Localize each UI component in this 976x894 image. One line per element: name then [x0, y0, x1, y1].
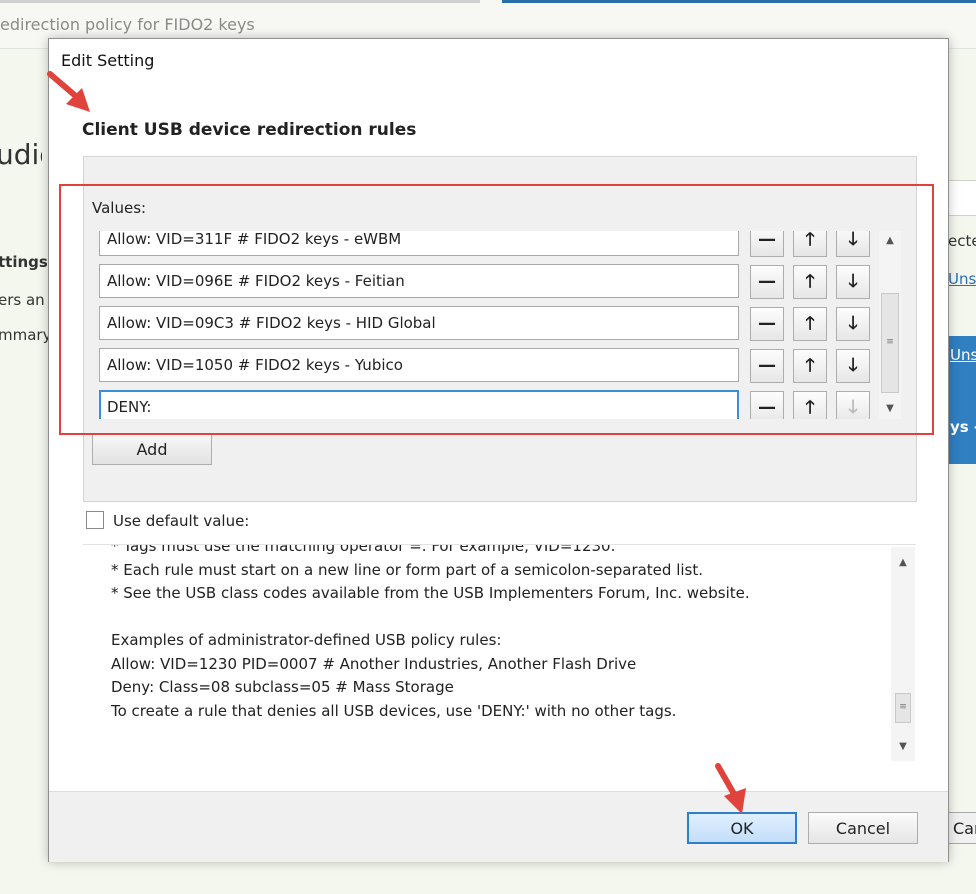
move-up-button[interactable]: 🡑 [793, 349, 827, 383]
background-heading: udio [0, 138, 42, 171]
background-right-link[interactable]: Uns [948, 270, 976, 288]
help-text-line: * Tags must use the matching operator =.… [111, 544, 616, 555]
help-text-line: * Each rule must start on a new line or … [111, 560, 704, 579]
values-panel: Values: — 🡑 🡓 — 🡑 🡓 — 🡑 🡓 — 🡑 🡓 — 🡑 🡓 ▲ ≡ ▼ Add [83, 156, 917, 502]
move-up-button[interactable]: 🡑 [793, 307, 827, 341]
rule-input[interactable] [99, 348, 739, 382]
move-up-button[interactable]: 🡑 [793, 231, 827, 257]
help-text-line [111, 606, 901, 630]
scroll-up-arrow-icon[interactable]: ▲ [879, 233, 901, 249]
rule-input[interactable] [99, 231, 739, 256]
background-text-line: mmary [0, 326, 48, 344]
move-down-button[interactable]: 🡓 [836, 391, 870, 419]
use-default-checkbox[interactable] [86, 511, 104, 529]
scrollbar-thumb[interactable]: ≡ [895, 693, 911, 723]
background-right-text: ecte [948, 232, 976, 250]
help-scrollbar[interactable]: ▲ ≡ ▼ [891, 547, 915, 761]
help-text-line: * See the USB class codes available from… [111, 584, 750, 602]
background-cancel-button[interactable]: Can [948, 812, 976, 844]
background-settings-label: ttings [0, 253, 48, 271]
remove-rule-button[interactable]: — [750, 349, 784, 383]
rule-input[interactable] [99, 264, 739, 298]
rule-row: — 🡑 🡓 [99, 345, 912, 387]
use-default-label: Use default value: [113, 512, 250, 530]
move-down-button[interactable]: 🡓 [836, 231, 870, 257]
cancel-button[interactable]: Cancel [808, 812, 918, 844]
rule-input[interactable] [99, 390, 739, 419]
scroll-down-arrow-icon[interactable]: ▼ [879, 401, 901, 417]
help-text-line: To create a rule that denies all USB dev… [111, 701, 677, 720]
background-window-title: edirection policy for FIDO2 keys [0, 15, 255, 34]
help-text-line: Examples of administrator-defined USB po… [111, 631, 502, 649]
rule-row: — 🡑 🡓 [99, 261, 912, 303]
rule-row: — 🡑 🡓 [99, 303, 912, 345]
dialog-footer: OK Cancel [49, 791, 948, 862]
move-down-button[interactable]: 🡓 [836, 349, 870, 383]
rule-row: — 🡑 🡓 [99, 387, 912, 419]
add-button[interactable]: Add [92, 433, 212, 465]
dialog-title: Edit Setting [61, 51, 155, 70]
scroll-down-arrow-icon[interactable]: ▼ [891, 739, 915, 755]
background-selected-text: ys - [950, 418, 976, 436]
move-down-button[interactable]: 🡓 [836, 265, 870, 299]
ok-button[interactable]: OK [687, 812, 797, 844]
background-field [948, 180, 976, 216]
move-down-button[interactable]: 🡓 [836, 307, 870, 341]
rule-input[interactable] [99, 306, 739, 340]
background-selected-link[interactable]: Uns [950, 346, 976, 364]
remove-rule-button[interactable]: — [750, 391, 784, 419]
move-up-button[interactable]: 🡑 [793, 265, 827, 299]
background-tab-strip [0, 0, 480, 3]
rules-list: — 🡑 🡓 — 🡑 🡓 — 🡑 🡓 — 🡑 🡓 — 🡑 🡓 [99, 231, 912, 419]
help-text-area: * Tags must use the matching operator =.… [83, 544, 916, 762]
background-text-line: ers an [0, 291, 45, 309]
edit-setting-dialog: Edit Setting Client USB device redirecti… [48, 38, 949, 862]
rules-scrollbar[interactable]: ▲ ≡ ▼ [879, 231, 901, 419]
rule-row: — 🡑 🡓 [99, 231, 912, 261]
setting-heading: Client USB device redirection rules [82, 120, 417, 140]
background-tab-strip-active [502, 0, 976, 3]
move-up-button[interactable]: 🡑 [793, 391, 827, 419]
values-label: Values: [92, 199, 147, 217]
scroll-up-arrow-icon[interactable]: ▲ [891, 555, 915, 571]
help-text-line: Deny: Class=08 subclass=05 # Mass Storag… [111, 678, 454, 696]
help-text-line: Allow: VID=1230 PID=0007 # Another Indus… [111, 654, 637, 673]
scrollbar-thumb[interactable]: ≡ [881, 293, 899, 393]
remove-rule-button[interactable]: — [750, 231, 784, 257]
remove-rule-button[interactable]: — [750, 307, 784, 341]
remove-rule-button[interactable]: — [750, 265, 784, 299]
